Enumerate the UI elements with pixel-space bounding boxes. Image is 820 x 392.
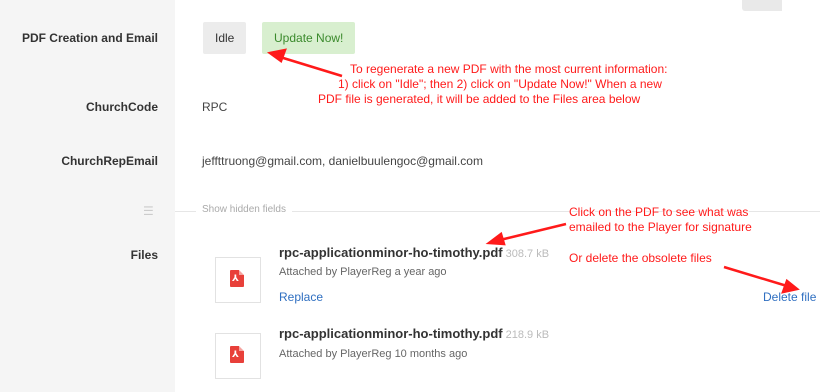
arrowhead <box>485 231 506 246</box>
arrowhead <box>781 278 800 294</box>
arrow-to-buttons <box>279 55 343 78</box>
arrow-to-pdf <box>499 222 567 242</box>
arrow-to-delete <box>723 265 788 288</box>
arrowhead <box>266 48 287 63</box>
annotation-arrows <box>266 48 800 294</box>
